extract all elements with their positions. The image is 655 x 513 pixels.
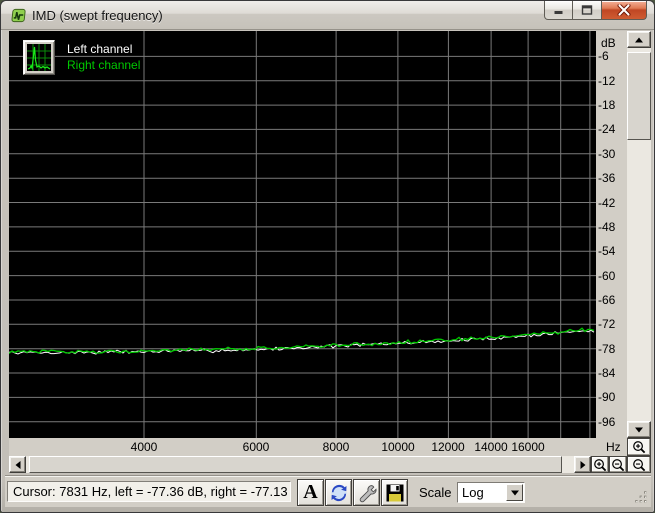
y-tick-label: -54: [598, 244, 616, 259]
zoom-out-vertical-button[interactable]: [627, 456, 651, 473]
font-letter-a-icon: A: [303, 481, 318, 503]
v-scrollbar-thumb[interactable]: [627, 52, 651, 140]
h-scrollbar-thumb[interactable]: [29, 456, 562, 473]
y-tick-label: -66: [598, 292, 616, 307]
status-bar: Cursor: 7831 Hz, left = -77.36 dB, right…: [5, 475, 651, 507]
y-tick-label: -72: [598, 317, 616, 332]
scale-label: Scale: [419, 485, 452, 500]
y-tick-label: -60: [598, 268, 616, 283]
waveform-app-icon: [11, 8, 26, 23]
x-tick-label: 10000: [381, 440, 415, 454]
x-tick-label: 14000: [474, 440, 508, 454]
close-icon: [617, 4, 631, 16]
y-tick-label: -84: [598, 366, 616, 381]
v-scrollbar-track[interactable]: [627, 48, 651, 421]
y-axis-strip: dB -6 -12 -18 -24 -30 -36 -42 -48 -54 -60 -66 -72 -7…: [596, 31, 627, 438]
h-scroll-right-button[interactable]: [574, 456, 591, 473]
h-scroll-left-button[interactable]: [9, 456, 26, 473]
close-button[interactable]: [602, 1, 647, 20]
y-tick-label: -96: [598, 414, 616, 429]
spectrum-thumbnail-icon: [27, 44, 51, 71]
refresh-button[interactable]: [325, 479, 352, 506]
x-tick-label: 4000: [130, 440, 158, 454]
zoom-in-horizontal-button[interactable]: [591, 456, 609, 473]
v-scroll-down-button[interactable]: [627, 421, 651, 438]
y-tick-label: -6: [598, 49, 609, 64]
legend: Left channel Right channel: [23, 40, 140, 75]
x-axis-unit-label: Hz: [606, 440, 621, 454]
refresh-icon: [330, 484, 347, 501]
scale-selected-value: Log: [462, 485, 484, 500]
y-tick-label: -78: [598, 341, 616, 356]
app-window: IMD (swept frequency) Left channel Right…: [0, 0, 655, 513]
y-tick-label: -90: [598, 390, 616, 405]
y-tick-label: -48: [598, 219, 616, 234]
font-button[interactable]: A: [297, 479, 324, 506]
magnifier-plus-icon: [633, 441, 646, 454]
magnifier-plus-icon: [594, 458, 607, 471]
save-button[interactable]: [381, 479, 408, 506]
x-tick-label: 16000: [511, 440, 545, 454]
settings-button[interactable]: [353, 479, 380, 506]
scale-select[interactable]: Log: [457, 482, 525, 503]
maximize-icon: [581, 5, 593, 15]
zoom-in-vertical-button[interactable]: [627, 438, 651, 456]
magnifier-minus-icon: [633, 458, 646, 471]
chevron-down-icon: [510, 490, 519, 495]
floppy-disk-icon: [386, 484, 403, 501]
x-tick-label: 6000: [242, 440, 270, 454]
x-tick-label: 12000: [431, 440, 465, 454]
title-bar[interactable]: IMD (swept frequency): [1, 1, 654, 30]
y-tick-label: -42: [598, 195, 616, 210]
maximize-button[interactable]: [573, 1, 602, 20]
minimize-icon: [554, 11, 562, 14]
h-scrollbar-track[interactable]: [26, 456, 574, 473]
magnifier-minus-icon: [612, 458, 625, 471]
y-tick-label: -30: [598, 146, 616, 161]
legend-icon-button[interactable]: [23, 40, 55, 75]
arrow-right-icon: [580, 460, 585, 469]
scale-dropdown-button[interactable]: [506, 484, 523, 501]
legend-labels: Left channel Right channel: [67, 40, 140, 75]
zoom-out-horizontal-button[interactable]: [609, 456, 627, 473]
x-tick-label: 8000: [322, 440, 350, 454]
cursor-readout: Cursor: 7831 Hz, left = -77.36 dB, right…: [7, 481, 291, 502]
y-tick-label: -18: [598, 98, 616, 113]
legend-left-channel-label: Left channel: [67, 42, 133, 56]
arrow-up-icon: [635, 37, 643, 42]
resize-grip[interactable]: [632, 488, 648, 504]
legend-right-channel-label: Right channel: [67, 58, 141, 72]
v-scroll-up-button[interactable]: [627, 31, 651, 48]
window-title: IMD (swept frequency): [32, 8, 163, 23]
y-tick-label: -36: [598, 171, 616, 186]
y-tick-label: -12: [598, 73, 616, 88]
window-controls: [544, 1, 647, 21]
arrow-down-icon: [635, 427, 643, 432]
minimize-button[interactable]: [544, 1, 573, 20]
wrench-icon: [359, 484, 376, 502]
x-axis-strip: Hz 4000 6000 8000 10000 12000 14000 16000: [9, 438, 627, 456]
y-tick-label: -24: [598, 122, 616, 137]
plot-canvas: [9, 31, 596, 438]
plot-area[interactable]: Left channel Right channel: [9, 31, 596, 438]
arrow-left-icon: [15, 460, 20, 469]
y-axis-unit-label: dB: [601, 36, 616, 50]
